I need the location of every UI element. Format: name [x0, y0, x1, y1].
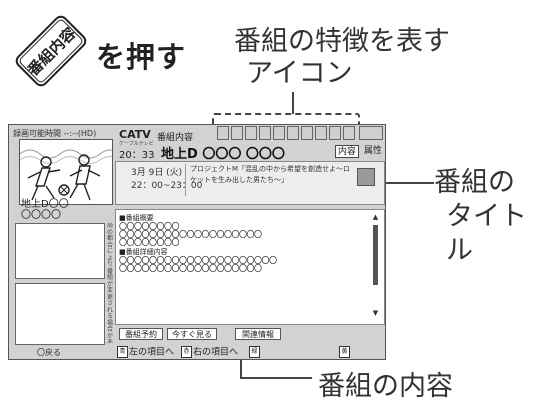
feature-icon [245, 126, 257, 140]
program-thumbnail [19, 139, 113, 205]
press-instruction: を押す [96, 40, 187, 74]
right-item-label: 右の項目へ [193, 347, 239, 358]
program-channel: 地上D 〇〇〇 〇〇〇 [161, 147, 285, 162]
green-key-nav[interactable]: 緑 [249, 346, 261, 359]
content-line: 〇〇〇〇〇〇〇〇 [119, 238, 180, 247]
screen-subtitle: 番組内容 [157, 133, 194, 143]
yellow-key-icon: 黄 [339, 346, 350, 358]
feature-icon [273, 126, 285, 140]
tab-content[interactable]: 内容 [335, 145, 359, 158]
schedule-change-note: 局の都合により番組が変更される場合があります [107, 223, 114, 343]
blue-key-icon: 青 [117, 346, 128, 358]
side-panel-upper [15, 223, 105, 279]
back-button[interactable]: 〇戻る [37, 347, 61, 358]
title-callout-line1: 番組の [434, 167, 515, 198]
content-callout-line-h [240, 377, 312, 379]
program-info-remote-button[interactable]: 番組内容 [12, 12, 90, 90]
red-key-icon: 赤 [181, 346, 192, 358]
green-key-icon: 緑 [249, 346, 260, 358]
content-callout: 番組の内容 [318, 371, 453, 402]
yellow-key-nav[interactable]: 黄 [339, 346, 351, 359]
content-line: 〇〇〇〇〇〇〇〇〇〇〇〇〇〇〇〇〇〇〇 [119, 264, 262, 273]
scrollbar-thumb[interactable] [373, 225, 378, 285]
title-icon [357, 168, 375, 186]
feature-icon [315, 126, 327, 140]
features-callout-line [292, 92, 294, 114]
channel-name-line2: 〇〇〇〇 [21, 210, 61, 221]
channel-name: 地上D〇〇 〇〇〇〇 [21, 199, 69, 221]
title-callout-line2: タイトル [446, 201, 527, 266]
program-title: プロジェクトM「混乱の中から希望を創造せよ～ロケットを生み出した男たち～」 [185, 164, 351, 196]
reserve-button[interactable]: 番組予約 [119, 328, 163, 340]
related-info-button[interactable]: 関連情報 [235, 328, 281, 340]
program-content: ■番組概要 〇〇〇〇〇〇〇〇 〇〇〇〇〇〇〇〇〇〇〇〇〇〇〇〇〇〇〇 〇〇〇〇〇… [119, 213, 367, 273]
program-info-screen: 録画可能時間 --:--(HD) 地上D〇〇 〇〇〇〇 局の都合により番組が変更… [8, 124, 386, 360]
left-item-nav[interactable]: 青左の項目へ [117, 346, 174, 359]
feature-icon [231, 126, 243, 140]
title-callout: 番組の タイトル [434, 166, 534, 268]
features-callout-line2: アイコン [246, 58, 353, 89]
features-callout-line1: 番組の特徴を表す [234, 26, 450, 57]
current-time: 20：33 [119, 150, 155, 161]
feature-icon [329, 126, 341, 140]
watch-now-button[interactable]: 今すぐ見る [167, 328, 217, 340]
scroll-down-arrow-icon[interactable]: ▼ [371, 309, 380, 317]
broadcast-date: 3月 9日 (火) [131, 168, 183, 178]
scroll-up-arrow-icon[interactable]: ▲ [371, 213, 380, 221]
feature-icon [259, 126, 271, 140]
tab-attributes[interactable]: 属性 [361, 145, 385, 158]
feature-icon [217, 126, 229, 140]
header-corner-box [359, 126, 383, 140]
program-feature-icons [217, 126, 355, 140]
channel-name-line1: 地上D〇〇 [21, 199, 69, 210]
side-panel-lower [15, 283, 105, 345]
features-icon-callout: 番組の特徴を表す アイコン [234, 26, 450, 90]
left-item-label: 左の項目へ [129, 347, 175, 358]
recordable-time: 録画可能時間 --:--(HD) [13, 129, 97, 138]
feature-icon [301, 126, 313, 140]
feature-icon [343, 126, 355, 140]
right-item-nav[interactable]: 赤右の項目へ [181, 346, 238, 359]
feature-icon [287, 126, 299, 140]
